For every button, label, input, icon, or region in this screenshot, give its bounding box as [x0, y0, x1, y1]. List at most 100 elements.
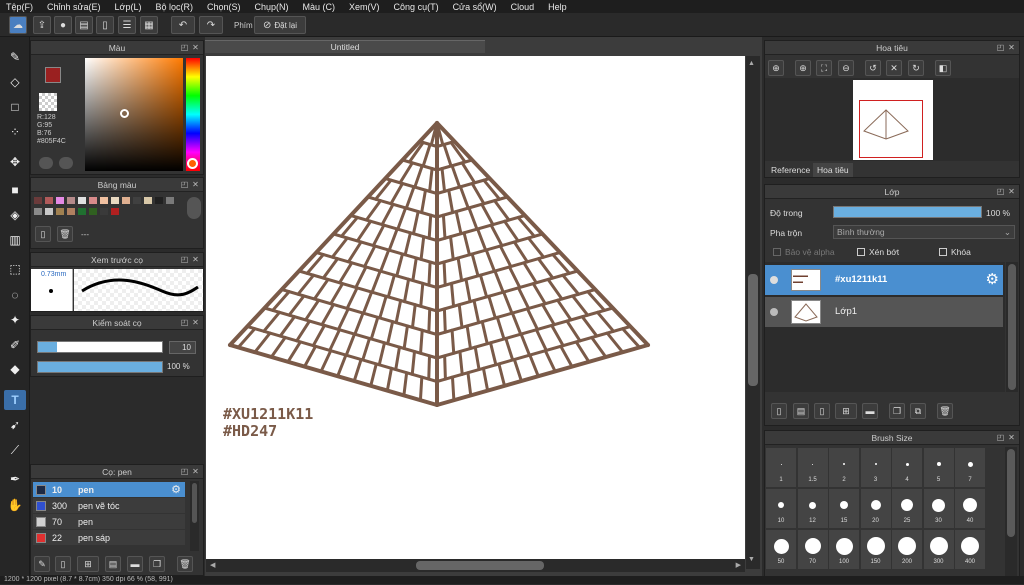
- color-picker-cursor[interactable]: [120, 109, 129, 118]
- reset-view-icon[interactable]: ✕: [886, 60, 902, 76]
- cloud-icon[interactable]: ☁: [9, 16, 27, 34]
- close-icon[interactable]: ✕: [191, 467, 200, 476]
- eyedropper-icon[interactable]: ⟋: [4, 440, 26, 460]
- popout-icon[interactable]: ◰: [180, 318, 189, 327]
- new-palette-icon[interactable]: ▯: [35, 226, 51, 242]
- gradient-icon[interactable]: ▥: [4, 230, 26, 250]
- brush-folder-icon[interactable]: ▬: [127, 556, 143, 572]
- brush-size-option[interactable]: 1.5: [797, 448, 828, 487]
- palette-swatch[interactable]: [100, 208, 108, 215]
- brush-size-option[interactable]: 1: [766, 448, 796, 487]
- tab-reference[interactable]: Reference: [767, 163, 815, 177]
- brush-size-option[interactable]: 7: [955, 448, 985, 487]
- brush-opacity-slider[interactable]: [37, 361, 163, 373]
- brush-list-scrollbar[interactable]: [190, 481, 199, 551]
- rotate-left-icon[interactable]: ↺: [865, 60, 881, 76]
- popout-icon[interactable]: ◰: [996, 433, 1005, 442]
- add-layer-menu-icon[interactable]: ⊞: [835, 403, 857, 419]
- brush-duplicate-icon[interactable]: ❐: [149, 556, 165, 572]
- protect-alpha-option[interactable]: Bảo vệ alpha: [773, 247, 835, 257]
- layer-list-scrollbar[interactable]: [1006, 262, 1018, 392]
- new-halftone-layer-icon[interactable]: ▤: [793, 403, 809, 419]
- palette-swatch[interactable]: [111, 208, 119, 215]
- scroll-left-icon[interactable]: ◀: [210, 561, 215, 569]
- eraser-icon[interactable]: ◇: [4, 72, 26, 92]
- transparent-swatch[interactable]: [39, 93, 57, 111]
- brush-size-slider[interactable]: [37, 341, 163, 353]
- fit-screen-icon[interactable]: ⛶: [816, 60, 832, 76]
- layer-visibility-icon[interactable]: [770, 276, 778, 284]
- brush-size-option[interactable]: 40: [955, 489, 985, 528]
- undo-icon[interactable]: ↶: [171, 16, 195, 34]
- lock-checkbox[interactable]: [939, 248, 947, 256]
- grid-icon[interactable]: ▦: [140, 16, 158, 34]
- brush-size-option[interactable]: 400: [955, 530, 985, 569]
- close-icon[interactable]: ✕: [1007, 43, 1016, 52]
- horizontal-scroll-thumb[interactable]: [416, 561, 544, 570]
- close-icon[interactable]: ✕: [1007, 187, 1016, 196]
- palette-scrollbar[interactable]: [187, 197, 201, 219]
- palette-swatch[interactable]: [89, 197, 97, 204]
- close-icon[interactable]: ✕: [1007, 433, 1016, 442]
- brush-size-option[interactable]: 25: [892, 489, 922, 528]
- vertical-scroll-thumb[interactable]: [748, 274, 758, 386]
- drawing-canvas[interactable]: #XU1211K11 #HD247: [206, 56, 745, 569]
- brush-size-option[interactable]: 200: [892, 530, 922, 569]
- close-icon[interactable]: ✕: [191, 43, 200, 52]
- menu-view[interactable]: Xem(V): [349, 2, 380, 12]
- new-layer-alt-icon[interactable]: ▯: [814, 403, 830, 419]
- hand-icon[interactable]: ✋: [4, 495, 26, 515]
- reset-button[interactable]: ⊘ Đặt lại: [254, 16, 306, 34]
- menu-edit[interactable]: Chỉnh sửa(E): [47, 2, 101, 12]
- popout-icon[interactable]: ◰: [996, 43, 1005, 52]
- popout-icon[interactable]: ◰: [996, 187, 1005, 196]
- brush-size-option[interactable]: 70: [797, 530, 828, 569]
- popout-icon[interactable]: ◰: [180, 43, 189, 52]
- menu-filter[interactable]: Bộ lọc(R): [155, 2, 193, 12]
- palette-swatch[interactable]: [100, 197, 108, 204]
- palette-swatch[interactable]: [122, 197, 130, 204]
- brush-size-scrollbar[interactable]: [1005, 447, 1017, 583]
- merge-layer-icon[interactable]: ⧉: [910, 403, 926, 419]
- brush-size-option[interactable]: 12: [797, 489, 828, 528]
- redo-icon[interactable]: ↷: [199, 16, 223, 34]
- zoom-in-icon[interactable]: ⊕: [768, 60, 784, 76]
- brush-size-option[interactable]: 30: [923, 489, 954, 528]
- close-icon[interactable]: ✕: [191, 318, 200, 327]
- duplicate-layer-icon[interactable]: ❐: [889, 403, 905, 419]
- layer-visibility-icon[interactable]: [770, 308, 778, 316]
- color-mode-icon[interactable]: [59, 157, 73, 169]
- palette-icon[interactable]: [39, 157, 53, 169]
- scroll-up-icon[interactable]: ▲: [748, 60, 755, 67]
- zoom-in-alt-icon[interactable]: ⊕: [795, 60, 811, 76]
- protect-alpha-checkbox[interactable]: [773, 248, 781, 256]
- magic-wand-icon[interactable]: ✦: [4, 310, 26, 330]
- menu-color[interactable]: Màu (C): [303, 2, 336, 12]
- scroll-right-icon[interactable]: ▶: [736, 561, 741, 569]
- lasso-icon[interactable]: ◌: [4, 285, 26, 305]
- brush-size-option[interactable]: 4: [892, 448, 922, 487]
- brush-size-option[interactable]: 50: [766, 530, 796, 569]
- brush-size-option[interactable]: 300: [923, 530, 954, 569]
- gear-icon[interactable]: ⚙: [171, 483, 181, 496]
- brush-size-option[interactable]: 5: [923, 448, 954, 487]
- close-icon[interactable]: ✕: [191, 255, 200, 264]
- menu-help[interactable]: Help: [548, 2, 567, 12]
- palette-swatch[interactable]: [67, 208, 75, 215]
- brush-list-item[interactable]: 10 pen ⚙: [33, 482, 185, 497]
- palette-swatch[interactable]: [144, 197, 152, 204]
- flip-icon[interactable]: ◧: [935, 60, 951, 76]
- popout-icon[interactable]: ◰: [180, 255, 189, 264]
- brush-size-option[interactable]: 2: [829, 448, 859, 487]
- brush-size-option[interactable]: 15: [829, 489, 859, 528]
- zoom-out-icon[interactable]: ⊖: [838, 60, 854, 76]
- menu-tools[interactable]: Công cụ(T): [394, 2, 439, 12]
- brush-size-option[interactable]: 100: [829, 530, 859, 569]
- select-rect-icon[interactable]: ⬚: [4, 259, 26, 279]
- popout-icon[interactable]: ◰: [180, 180, 189, 189]
- menu-layer[interactable]: Lớp(L): [115, 2, 142, 12]
- brush-list-item[interactable]: 300 pen vẽ tóc: [33, 498, 185, 513]
- fill-rect-icon[interactable]: ■: [4, 180, 26, 200]
- select-eraser-icon[interactable]: ◆: [4, 359, 26, 379]
- export-icon[interactable]: ⇪: [33, 16, 51, 34]
